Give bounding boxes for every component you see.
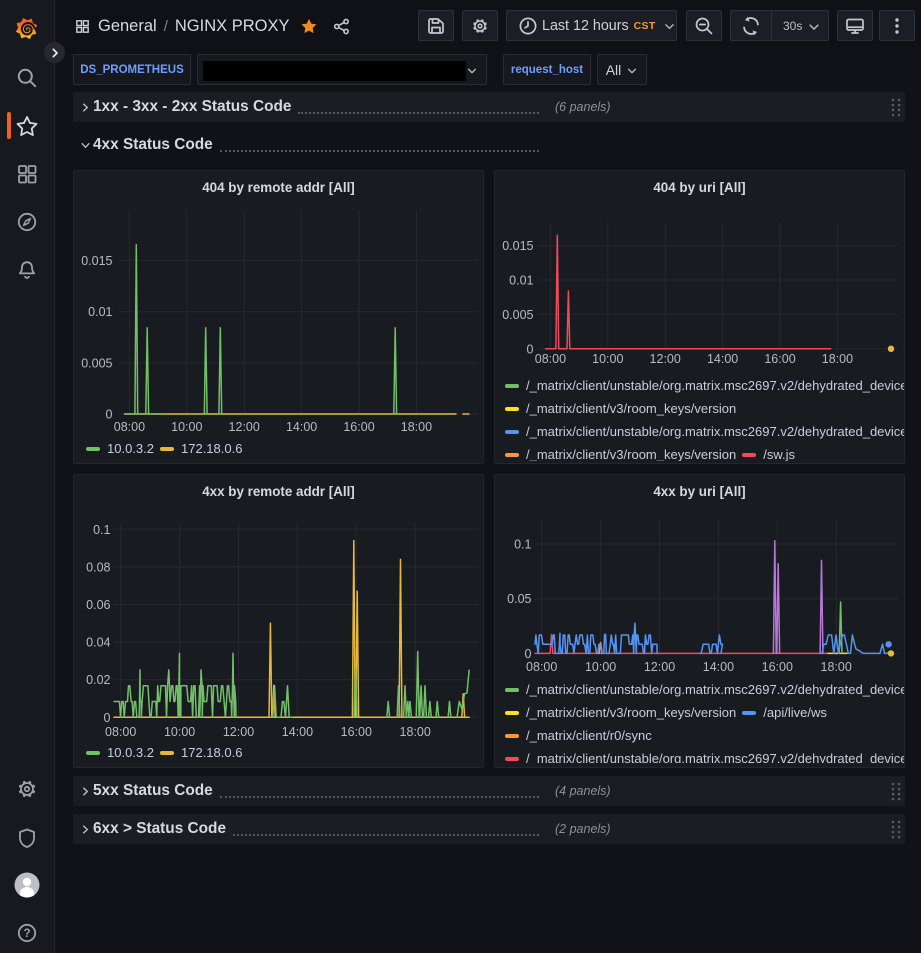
svg-text:0.05: 0.05: [507, 592, 531, 606]
svg-text:18:00: 18:00: [400, 725, 431, 739]
svg-text:?: ?: [23, 928, 30, 940]
svg-text:12:00: 12:00: [223, 725, 254, 739]
svg-text:0: 0: [525, 647, 532, 661]
svg-text:0.005: 0.005: [81, 357, 112, 371]
svg-text:08:00: 08:00: [105, 725, 136, 739]
svg-text:18:00: 18:00: [821, 660, 852, 674]
svg-text:12:00: 12:00: [644, 660, 675, 674]
svg-text:16:00: 16:00: [764, 352, 795, 366]
svg-text:0: 0: [104, 711, 111, 725]
svg-text:0.01: 0.01: [88, 305, 112, 319]
svg-text:18:00: 18:00: [822, 352, 853, 366]
svg-text:18:00: 18:00: [401, 420, 432, 434]
svg-text:16:00: 16:00: [343, 420, 374, 434]
svg-text:0.04: 0.04: [86, 636, 110, 650]
svg-text:0: 0: [527, 342, 534, 356]
svg-text:0.005: 0.005: [502, 308, 533, 322]
svg-text:10:00: 10:00: [171, 420, 202, 434]
svg-text:0.06: 0.06: [86, 598, 110, 612]
svg-text:10:00: 10:00: [592, 352, 623, 366]
svg-text:16:00: 16:00: [762, 660, 793, 674]
svg-text:14:00: 14:00: [707, 352, 738, 366]
svg-text:08:00: 08:00: [535, 352, 566, 366]
svg-text:0.015: 0.015: [502, 239, 533, 253]
svg-text:14:00: 14:00: [703, 660, 734, 674]
svg-text:10:00: 10:00: [585, 660, 616, 674]
svg-text:0.02: 0.02: [86, 673, 110, 687]
svg-text:12:00: 12:00: [229, 420, 260, 434]
svg-text:0.1: 0.1: [93, 523, 110, 537]
svg-text:10:00: 10:00: [164, 725, 195, 739]
svg-text:0.01: 0.01: [509, 274, 533, 288]
svg-text:12:00: 12:00: [650, 352, 681, 366]
svg-text:14:00: 14:00: [286, 420, 317, 434]
svg-text:0: 0: [106, 408, 113, 422]
svg-text:08:00: 08:00: [526, 660, 557, 674]
svg-text:16:00: 16:00: [341, 725, 372, 739]
svg-text:0.08: 0.08: [86, 560, 110, 574]
svg-text:14:00: 14:00: [282, 725, 313, 739]
svg-text:08:00: 08:00: [114, 420, 145, 434]
svg-text:0.1: 0.1: [514, 538, 531, 552]
svg-text:0.015: 0.015: [81, 254, 112, 268]
